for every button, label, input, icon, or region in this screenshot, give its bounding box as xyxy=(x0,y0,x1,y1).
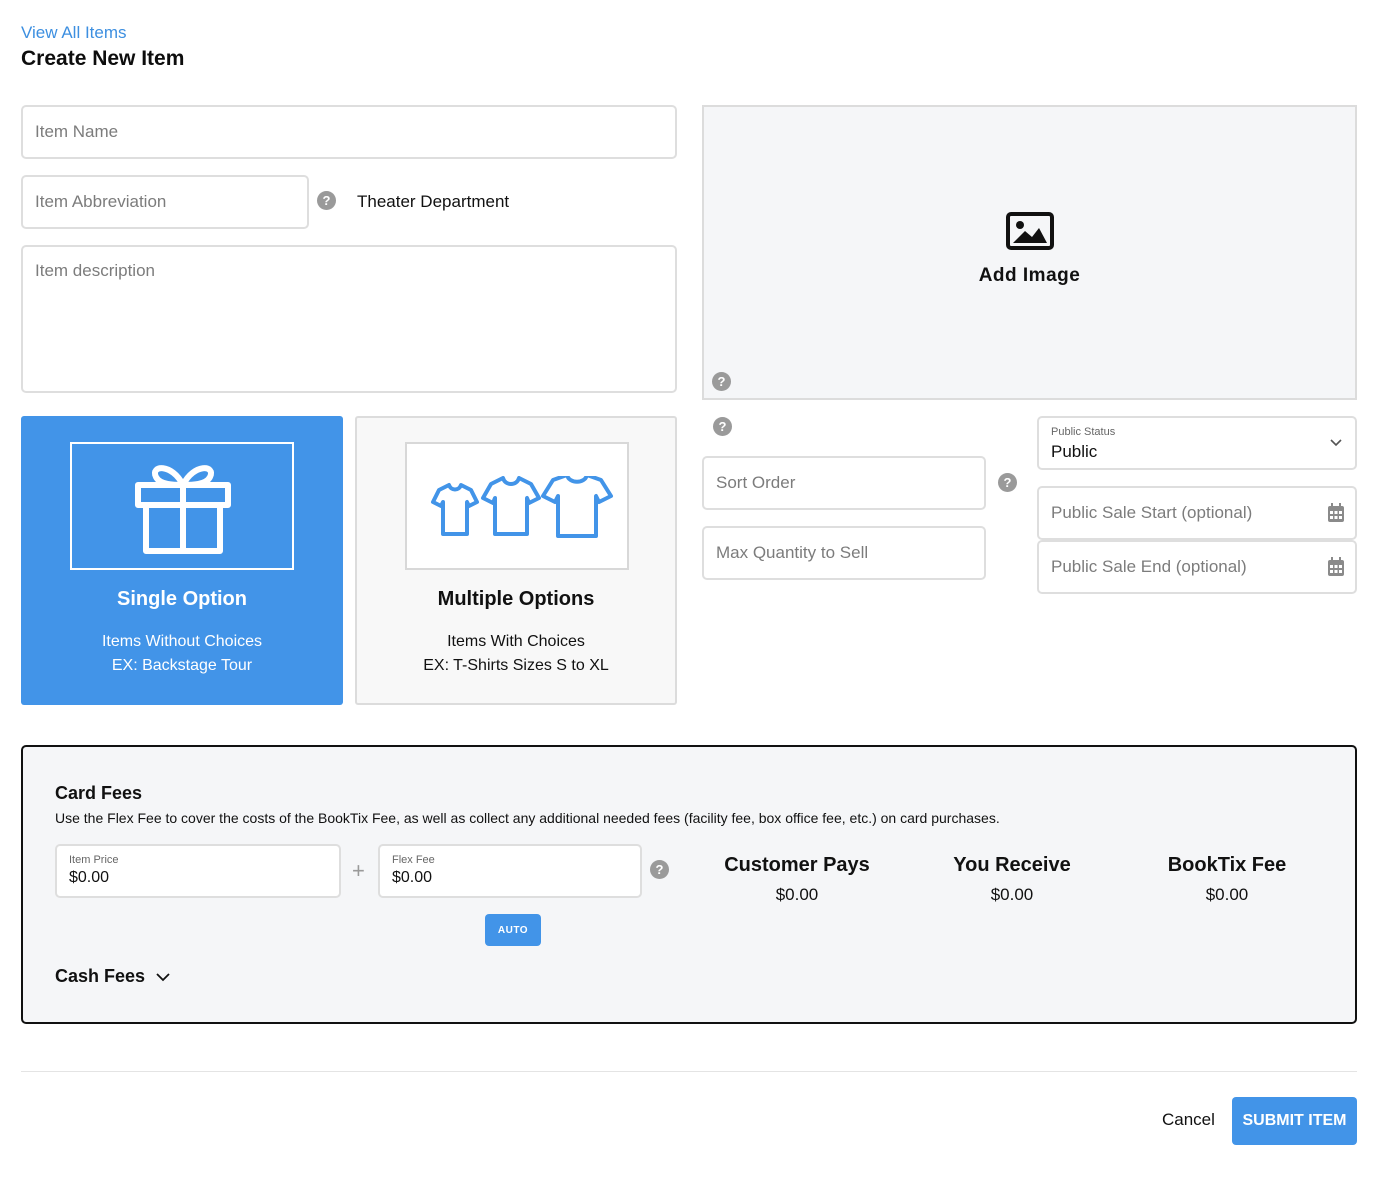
question-circle-icon[interactable]: ? xyxy=(713,417,732,436)
add-image-dropzone[interactable]: Add Image ? xyxy=(702,105,1357,400)
item-description-textarea[interactable]: Item description xyxy=(21,245,677,393)
card-fees-title: Card Fees xyxy=(55,783,143,803)
chevron-down-icon xyxy=(1330,439,1342,447)
item-description-placeholder: Item description xyxy=(35,261,155,280)
cash-fees-toggle[interactable]: Cash Fees xyxy=(55,966,171,987)
public-sale-end-placeholder: Public Sale End (optional) xyxy=(1051,557,1247,576)
sort-order-input[interactable]: Sort Order xyxy=(702,456,986,510)
question-circle-icon[interactable]: ? xyxy=(317,191,336,210)
public-status-label: Public Status xyxy=(1051,426,1116,438)
add-image-label: Add Image xyxy=(978,265,1081,286)
cash-fees-label: Cash Fees xyxy=(55,966,146,986)
max-quantity-placeholder: Max Quantity to Sell xyxy=(716,543,869,562)
calendar-icon[interactable] xyxy=(1327,557,1345,577)
gift-icon xyxy=(135,465,231,554)
calendar-icon[interactable] xyxy=(1327,503,1345,523)
chevron-down-icon xyxy=(156,972,170,981)
auto-button[interactable]: AUTO xyxy=(485,914,541,946)
image-icon xyxy=(1006,212,1054,250)
multiple-options-card[interactable]: Multiple Options Items With Choices EX: … xyxy=(355,416,677,705)
question-circle-icon[interactable]: ? xyxy=(650,860,669,879)
item-price-label: Item Price xyxy=(69,854,119,866)
item-price-input[interactable]: Item Price $0.00 xyxy=(55,844,341,898)
you-receive-label: You Receive xyxy=(953,854,1071,876)
item-abbreviation-placeholder: Item Abbreviation xyxy=(35,192,167,211)
page-title: Create New Item xyxy=(21,47,185,70)
sort-order-placeholder: Sort Order xyxy=(716,473,796,492)
customer-pays-summary: Customer Pays $0.00 xyxy=(687,854,907,905)
single-option-card[interactable]: Single Option Items Without Choices EX: … xyxy=(21,416,343,705)
single-option-example: EX: Backstage Tour xyxy=(111,657,253,674)
multiple-options-title: Multiple Options xyxy=(437,588,595,610)
single-option-subtitle: Items Without Choices xyxy=(101,633,263,650)
public-sale-end-input[interactable]: Public Sale End (optional) xyxy=(1037,540,1357,594)
card-fees-panel: Card Fees Use the Flex Fee to cover the … xyxy=(21,745,1357,1024)
you-receive-summary: You Receive $0.00 xyxy=(902,854,1122,905)
flex-fee-label: Flex Fee xyxy=(392,854,435,866)
flex-fee-input[interactable]: Flex Fee $0.00 xyxy=(378,844,642,898)
item-name-input[interactable]: Item Name xyxy=(21,105,677,159)
multiple-options-subtitle: Items With Choices xyxy=(447,633,585,650)
flex-fee-value: $0.00 xyxy=(392,869,433,886)
customer-pays-label: Customer Pays xyxy=(724,854,870,876)
item-price-value: $0.00 xyxy=(69,869,110,886)
question-circle-icon[interactable]: ? xyxy=(712,372,731,391)
you-receive-value: $0.00 xyxy=(990,885,1034,904)
max-quantity-input[interactable]: Max Quantity to Sell xyxy=(702,526,986,580)
public-status-select[interactable]: Public Status Public xyxy=(1037,416,1357,470)
single-option-image-frame xyxy=(70,442,294,570)
department-label: Theater Department xyxy=(357,192,510,211)
cancel-button[interactable]: Cancel xyxy=(1162,1110,1215,1130)
footer-divider xyxy=(21,1071,1357,1072)
multiple-options-example: EX: T-Shirts Sizes S to XL xyxy=(423,657,609,674)
card-fees-description: Use the Flex Fee to cover the costs of t… xyxy=(55,810,1000,826)
item-name-placeholder: Item Name xyxy=(35,122,119,141)
submit-item-button[interactable]: SUBMIT ITEM xyxy=(1232,1097,1357,1145)
booktix-fee-value: $0.00 xyxy=(1205,885,1249,904)
plus-icon: + xyxy=(352,858,365,883)
public-status-value: Public xyxy=(1051,442,1098,461)
multiple-options-image-frame xyxy=(405,442,629,570)
public-sale-start-input[interactable]: Public Sale Start (optional) xyxy=(1037,486,1357,540)
question-circle-icon[interactable]: ? xyxy=(998,473,1017,492)
t-shirt-icon xyxy=(431,476,613,538)
view-all-items-link[interactable]: View All Items xyxy=(21,23,127,43)
single-option-title: Single Option xyxy=(117,588,247,610)
booktix-fee-label: BookTix Fee xyxy=(1167,854,1287,876)
customer-pays-value: $0.00 xyxy=(775,885,819,904)
item-abbreviation-input[interactable]: Item Abbreviation xyxy=(21,175,309,229)
public-sale-start-placeholder: Public Sale Start (optional) xyxy=(1051,503,1253,522)
booktix-fee-summary: BookTix Fee $0.00 xyxy=(1117,854,1337,905)
